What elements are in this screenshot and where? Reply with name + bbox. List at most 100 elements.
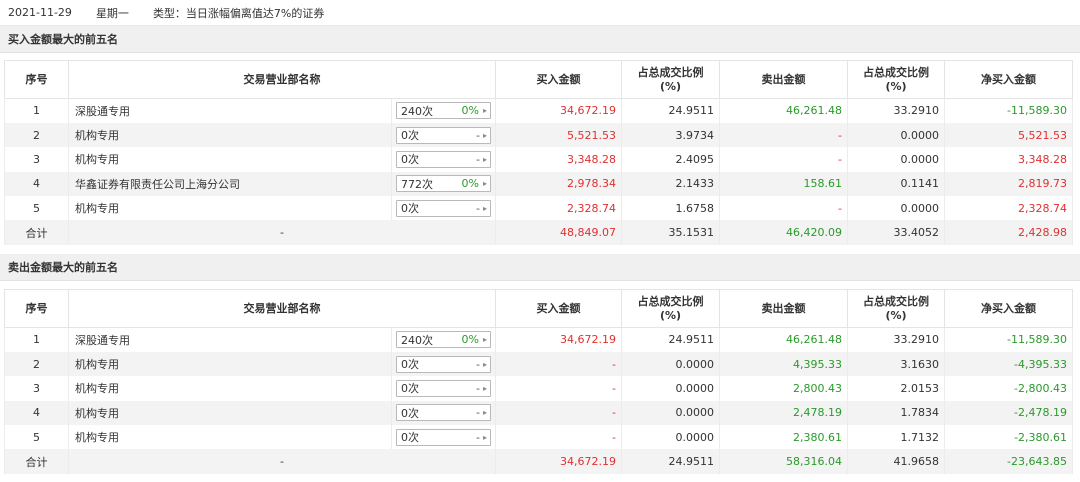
- buy-amount: 5,521.53: [495, 122, 622, 148]
- broker-history-select[interactable]: 0次 - ▸: [396, 126, 491, 144]
- sell-ratio: 1.7132: [847, 425, 945, 450]
- sell-amount: 158.61: [719, 171, 848, 197]
- row-index: 5: [4, 196, 69, 221]
- sell-amount: -: [719, 196, 848, 221]
- row-index: 2: [4, 122, 69, 148]
- row-index: 4: [4, 400, 69, 426]
- col-header-buy: 买入金额: [495, 60, 622, 99]
- row-index: 2: [4, 351, 69, 377]
- section-title-top-buyers: 买入金额最大的前五名: [0, 26, 1080, 53]
- sell-ratio: 41.9658: [847, 449, 945, 474]
- table-body: 1 深股通专用 240次 0% ▸ 34,672.19 24.9511 46,261.48 33…: [4, 327, 1073, 474]
- sell-ratio: 33.2910: [847, 98, 945, 123]
- broker-name: 华鑫证券有限责任公司上海分公司: [68, 171, 392, 197]
- listing-count: 0次: [401, 382, 419, 396]
- listing-count: 240次: [401, 104, 433, 118]
- broker-history-select[interactable]: 0次 - ▸: [396, 379, 491, 397]
- caret-right-icon: ▸: [482, 130, 487, 140]
- buy-ratio: 24.9511: [621, 327, 720, 352]
- sell-ratio: 2.0153: [847, 376, 945, 401]
- buy-amount: 34,672.19: [495, 98, 622, 123]
- sell-ratio: 0.0000: [847, 147, 945, 172]
- sell-ratio: 33.4052: [847, 220, 945, 245]
- broker-history-cell: 772次 0% ▸: [391, 171, 496, 197]
- broker-history-select[interactable]: 772次 0% ▸: [396, 175, 491, 193]
- sell-amount: 46,420.09: [719, 220, 848, 245]
- caret-right-icon: ▸: [482, 154, 487, 164]
- top-info-bar: 2021-11-29 星期一 类型：当日涨幅偏离值达7%的证券: [0, 0, 1080, 26]
- row-index: 1: [4, 327, 69, 352]
- caret-right-icon: ▸: [482, 179, 487, 189]
- caret-right-icon: ▸: [482, 432, 487, 442]
- win-rate-empty: -: [476, 430, 480, 444]
- buy-ratio: 0.0000: [621, 376, 720, 401]
- col-header-sell-ratio: 占总成交比例 (%): [847, 60, 945, 99]
- table-row: 5 机构专用 0次 - ▸ -0.0000 2,380.61 1.7132 -2,380.61: [4, 425, 1073, 450]
- net-amount: 2,328.74: [944, 196, 1073, 221]
- net-amount: 3,348.28: [944, 147, 1073, 172]
- broker-name: 机构专用: [68, 351, 392, 377]
- table-body: 1 深股通专用 240次 0% ▸ 34,672.19 24.9511 46,261.48 33…: [4, 98, 1073, 245]
- caret-right-icon: ▸: [482, 335, 487, 345]
- broker-name: 机构专用: [68, 376, 392, 401]
- col-header-net: 净买入金额: [944, 60, 1073, 99]
- buy-ratio: 24.9511: [621, 449, 720, 474]
- net-amount: -4,395.33: [944, 351, 1073, 377]
- buy-amount: 2,978.34: [495, 171, 622, 197]
- buy-ratio: 1.6758: [621, 196, 720, 221]
- win-rate: 0%: [461, 104, 479, 118]
- win-rate: 0%: [461, 333, 479, 347]
- broker-name: 机构专用: [68, 122, 392, 148]
- select-right-part: - ▸: [476, 406, 487, 419]
- win-rate-empty: -: [476, 152, 480, 166]
- broker-history-select[interactable]: 0次 - ▸: [396, 355, 491, 373]
- buy-ratio: 2.4095: [621, 147, 720, 172]
- broker-history-select[interactable]: 0次 - ▸: [396, 428, 491, 446]
- weekday: 星期一: [95, 6, 129, 20]
- broker-history-cell: 240次 0% ▸: [391, 98, 496, 123]
- buy-amount: 34,672.19: [495, 449, 622, 474]
- net-amount: -11,589.30: [944, 98, 1073, 123]
- broker-history-select[interactable]: 0次 - ▸: [396, 150, 491, 168]
- top-sellers-table: 序号 交易营业部名称 买入金额 占总成交比例 (%) 卖出金额 占总成交比例 (%)…: [4, 289, 1073, 474]
- broker-history-select[interactable]: 0次 - ▸: [396, 404, 491, 422]
- win-rate: 0%: [461, 177, 479, 191]
- listing-count: 0次: [401, 431, 419, 445]
- caret-right-icon: ▸: [482, 408, 487, 418]
- col-header-buy-ratio: 占总成交比例 (%): [621, 289, 720, 328]
- sell-ratio: 33.2910: [847, 327, 945, 352]
- win-rate-empty: -: [476, 381, 480, 395]
- listing-count: 772次: [401, 177, 433, 191]
- sell-amount: 46,261.48: [719, 327, 848, 352]
- net-amount: -2,380.61: [944, 425, 1073, 450]
- row-index: 3: [4, 376, 69, 401]
- buy-amount: -: [495, 351, 622, 377]
- broker-name: 机构专用: [68, 400, 392, 426]
- listing-count: 0次: [401, 358, 419, 372]
- total-row: 合计 -34,672.19 24.9511 58,316.04 41.9658 -23,6…: [4, 449, 1073, 474]
- broker-history-select[interactable]: 240次 0% ▸: [396, 102, 491, 120]
- broker-history-cell: 0次 - ▸: [391, 122, 496, 148]
- total-name-placeholder: -: [68, 449, 496, 474]
- table-header-row: 序号 交易营业部名称 买入金额 占总成交比例 (%) 卖出金额 占总成交比例 (%)…: [4, 60, 1073, 99]
- broker-history-cell: 0次 - ▸: [391, 400, 496, 426]
- sell-ratio: 0.1141: [847, 171, 945, 197]
- sell-amount: 4,395.33: [719, 351, 848, 377]
- select-right-part: - ▸: [476, 431, 487, 444]
- col-header-name: 交易营业部名称: [68, 60, 496, 99]
- net-amount: 2,819.73: [944, 171, 1073, 197]
- table-row: 4 华鑫证券有限责任公司上海分公司 772次 0% ▸ 2,978.34 2.1433 158…: [4, 171, 1073, 197]
- win-rate-empty: -: [476, 128, 480, 142]
- buy-ratio: 0.0000: [621, 400, 720, 426]
- net-amount: -2,478.19: [944, 400, 1073, 426]
- broker-name: 机构专用: [68, 147, 392, 172]
- buy-amount: 3,348.28: [495, 147, 622, 172]
- broker-history-select[interactable]: 0次 - ▸: [396, 199, 491, 217]
- win-rate-empty: -: [476, 406, 480, 420]
- sell-ratio: 0.0000: [847, 122, 945, 148]
- row-index: 5: [4, 425, 69, 450]
- broker-history-select[interactable]: 240次 0% ▸: [396, 331, 491, 349]
- broker-history-cell: 0次 - ▸: [391, 376, 496, 401]
- listing-type: 类型：当日涨幅偏离值达7%的证券: [152, 6, 325, 20]
- col-header-buy: 买入金额: [495, 289, 622, 328]
